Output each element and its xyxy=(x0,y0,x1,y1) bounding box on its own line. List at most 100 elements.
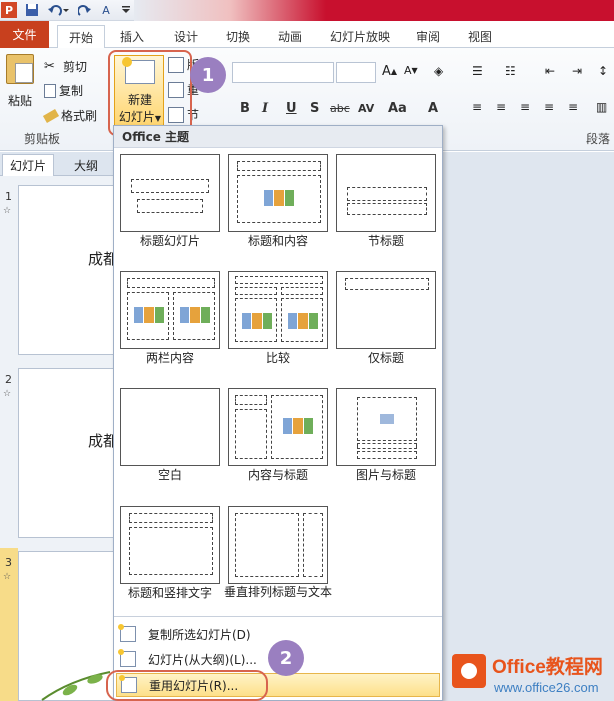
bold-button[interactable]: B xyxy=(240,101,250,116)
font-color-button[interactable]: A xyxy=(428,101,438,116)
placeholder xyxy=(345,278,429,290)
tab-slides[interactable]: 幻灯片 xyxy=(2,154,54,176)
align-left-icon[interactable]: ≡ xyxy=(472,100,482,114)
line-spacing-icon[interactable]: ↕ xyxy=(598,64,608,78)
brush-icon xyxy=(42,108,60,123)
placeholder xyxy=(235,409,267,459)
redo-icon[interactable] xyxy=(78,2,92,18)
layout-picture-caption[interactable] xyxy=(336,388,436,466)
placeholder xyxy=(235,298,277,342)
placeholder xyxy=(235,276,323,284)
placeholder xyxy=(173,292,215,340)
slide-edit-area xyxy=(443,152,614,701)
menu-item-label: 复制所选幻灯片(D) xyxy=(148,627,251,642)
tab-slideshow[interactable]: 幻灯片放映 xyxy=(322,25,398,48)
change-case-button[interactable]: Aa xyxy=(388,101,407,116)
customize-qat-icon[interactable] xyxy=(120,2,132,18)
paragraph-group-label: 段落 xyxy=(586,132,611,146)
layout-label: 标题和竖排文字 xyxy=(127,586,212,600)
title-bar xyxy=(134,0,614,21)
layout-title-content[interactable] xyxy=(228,154,328,232)
spelling-icon[interactable]: A xyxy=(98,2,114,18)
placeholder xyxy=(357,451,417,459)
tab-file[interactable]: 文件 xyxy=(0,21,49,48)
tab-review[interactable]: 审阅 xyxy=(408,25,448,48)
placeholder xyxy=(129,513,213,523)
slide-pane-tabs: 幻灯片 大纲 xyxy=(0,152,120,176)
picture-icon xyxy=(380,414,394,424)
layout-title-only[interactable] xyxy=(336,271,436,349)
italic-button[interactable]: I xyxy=(262,101,268,116)
font-name-combo[interactable] xyxy=(232,62,334,83)
undo-icon[interactable] xyxy=(46,2,70,18)
quick-access-toolbar: P A xyxy=(0,0,614,21)
content-icons xyxy=(288,313,318,329)
char-spacing-button[interactable]: AV xyxy=(358,102,374,115)
font-size-combo[interactable] xyxy=(336,62,376,83)
paste-icon[interactable] xyxy=(6,54,34,84)
increase-indent-icon[interactable]: ⇥ xyxy=(572,64,582,78)
scissors-icon: ✂ xyxy=(44,58,55,74)
placeholder xyxy=(235,395,267,405)
placeholder xyxy=(237,161,321,171)
layout-section-header[interactable] xyxy=(336,154,436,232)
tab-view[interactable]: 视图 xyxy=(460,25,500,48)
distribute-icon[interactable]: ≡ xyxy=(568,100,578,114)
step-badge-2: 2 xyxy=(268,640,304,676)
tab-outline[interactable]: 大纲 xyxy=(60,154,112,176)
slide-thumbnail[interactable] xyxy=(18,368,128,538)
tab-home[interactable]: 开始 xyxy=(57,25,105,48)
cut-label: 剪切 xyxy=(63,60,88,74)
layout-title-vertical-text[interactable] xyxy=(120,506,220,584)
step-badge-1: 1 xyxy=(190,57,226,93)
layout-title-slide[interactable] xyxy=(120,154,220,232)
decrease-indent-icon[interactable]: ⇤ xyxy=(545,64,555,78)
layout-content-caption[interactable] xyxy=(228,388,328,466)
layout-vertical-title-text[interactable] xyxy=(228,506,328,584)
save-icon[interactable] xyxy=(24,2,40,18)
format-painter-button[interactable]: 格式刷 xyxy=(42,107,97,124)
underline-button[interactable]: U xyxy=(286,101,297,116)
align-right-icon[interactable]: ≡ xyxy=(520,100,530,114)
placeholder xyxy=(129,527,213,575)
content-icons xyxy=(134,307,164,323)
justify-icon[interactable]: ≡ xyxy=(544,100,554,114)
duplicate-slide-icon xyxy=(118,624,136,642)
annotation-frame-reuse xyxy=(106,670,268,701)
numbering-icon[interactable]: ☷ xyxy=(505,64,516,78)
tab-animations[interactable]: 动画 xyxy=(270,25,310,48)
copy-icon xyxy=(44,83,56,98)
columns-icon[interactable]: ▥ xyxy=(596,100,607,114)
tab-insert[interactable]: 插入 xyxy=(112,25,152,48)
tab-design[interactable]: 设计 xyxy=(166,25,206,48)
layout-label: 标题和内容 xyxy=(247,234,308,248)
animation-star-icon: ☆ xyxy=(3,572,12,582)
paste-button[interactable]: 粘贴 xyxy=(8,92,32,109)
placeholder xyxy=(237,175,321,223)
layout-label: 内容与标题 xyxy=(247,468,308,482)
copy-button[interactable]: 复制 xyxy=(44,82,83,99)
menu-item-label: 幻灯片(从大纲)(L)... xyxy=(148,652,257,667)
powerpoint-logo-icon[interactable]: P xyxy=(1,2,17,18)
grow-font-icon[interactable]: A ▲ xyxy=(382,64,397,79)
layout-label: 两栏内容 xyxy=(145,351,194,365)
clear-format-icon[interactable]: ◈ xyxy=(434,64,443,78)
layout-label: 仅标题 xyxy=(367,351,404,365)
strikethrough-button[interactable]: abc xyxy=(330,102,350,115)
placeholder xyxy=(271,395,323,459)
new-slide-dropdown: Office 主题 标题幻灯片 标题和内容 节标题 两栏内容 比较 仅标题 空白… xyxy=(113,125,443,701)
cut-button[interactable]: ✂ 剪切 xyxy=(44,58,87,75)
shadow-button[interactable]: S xyxy=(310,101,319,116)
watermark-url: www.office26.com xyxy=(494,680,599,695)
tab-transitions[interactable]: 切换 xyxy=(218,25,258,48)
bullets-icon[interactable]: ☰ xyxy=(472,64,483,78)
layout-label: 标题幻灯片 xyxy=(139,234,200,248)
shrink-font-icon[interactable]: A ▼ xyxy=(404,64,418,77)
layout-two-content[interactable] xyxy=(120,271,220,349)
placeholder xyxy=(347,203,427,215)
layout-blank[interactable] xyxy=(120,388,220,466)
slide-thumbnail[interactable] xyxy=(18,185,128,355)
align-center-icon[interactable]: ≡ xyxy=(496,100,506,114)
placeholder xyxy=(357,397,417,441)
layout-comparison[interactable] xyxy=(228,271,328,349)
